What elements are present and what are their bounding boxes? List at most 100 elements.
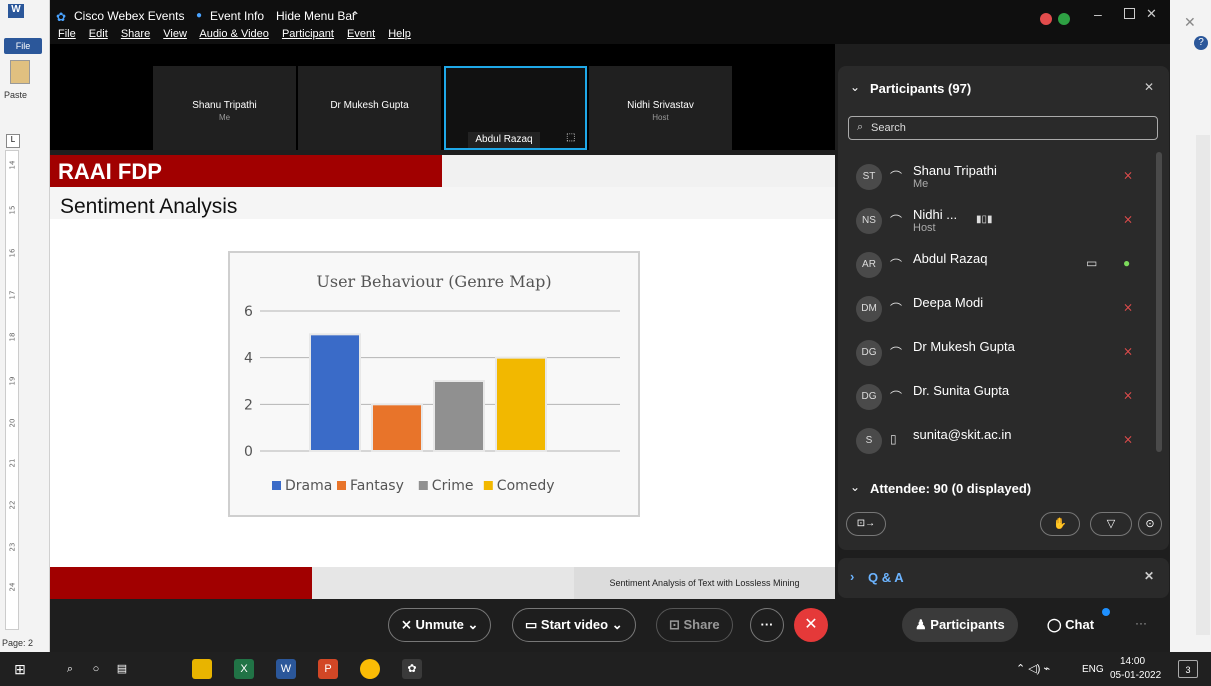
more-button[interactable]: ···	[750, 608, 784, 642]
video-camera-icon[interactable]: ▭	[1086, 256, 1097, 270]
chart-svg: User Behaviour (Genre Map) 0 2 4 6 Drama Fanta…	[244, 272, 620, 494]
menu-audio-video[interactable]: Audio & Video	[199, 28, 269, 40]
video-tile-name: Nidhi Srivastav	[627, 100, 694, 111]
avatar: DM	[856, 296, 882, 322]
menu-participant[interactable]: Participant	[282, 28, 334, 40]
mic-muted-icon[interactable]: ⨯	[1123, 388, 1133, 402]
language-indicator[interactable]: ENG	[1082, 664, 1104, 675]
headset-icon: ⌒	[890, 258, 903, 272]
close-icon[interactable]: ✕	[1184, 14, 1196, 31]
notification-icon[interactable]: 3	[1178, 660, 1198, 678]
menu-view[interactable]: View	[163, 28, 187, 40]
admit-button[interactable]: ⊡→	[846, 512, 886, 536]
windows-start-icon[interactable]: ⊞	[10, 659, 30, 679]
participant-row[interactable]: DG ⌒ Dr Mukesh Gupta ⨯	[838, 332, 1169, 376]
participant-row[interactable]: S ▯ sunita@skit.ac.in ⨯	[838, 420, 1169, 464]
chevron-down-icon[interactable]: ⌄	[850, 480, 860, 494]
tab-selector[interactable]: L	[6, 134, 20, 148]
participant-row[interactable]: DM ⌒ Deepa Modi ⨯	[838, 288, 1169, 332]
cortana-icon[interactable]: ○	[86, 659, 106, 679]
menu-edit[interactable]: Edit	[89, 28, 108, 40]
menu-event[interactable]: Event	[347, 28, 375, 40]
avatar: ST	[856, 164, 882, 190]
network-icon[interactable]	[1058, 13, 1070, 25]
hand-icon[interactable]: ✋	[1040, 512, 1080, 536]
qa-close-icon[interactable]: ✕	[1144, 569, 1154, 583]
mic-muted-icon[interactable]: ⨯	[1123, 432, 1133, 446]
mic-on-icon[interactable]: ●	[1123, 256, 1130, 270]
avatar: NS	[856, 208, 882, 234]
file-explorer-icon[interactable]	[192, 659, 212, 679]
panel-close-icon[interactable]: ✕	[1144, 80, 1154, 94]
participant-row[interactable]: AR ⌒ Abdul Razaq ▭ ●	[838, 244, 1169, 288]
search-icon: ⌕	[857, 121, 864, 133]
mic-muted-icon[interactable]: ⨯	[1123, 300, 1133, 314]
video-tile[interactable]: Shanu Tripathi Me	[153, 66, 296, 150]
menu-share[interactable]: Share	[121, 28, 150, 40]
participants-panel: ⌄ Participants (97) ✕ ⌕ Search ST ⌒ Shan…	[838, 66, 1169, 550]
overflow-icon[interactable]: ···	[1135, 616, 1147, 630]
video-tile-name: Abdul Razaq	[468, 132, 540, 148]
chevron-down-icon[interactable]: ⌄	[850, 80, 860, 94]
hide-menu-bar-button[interactable]: Hide Menu Bar	[276, 9, 356, 23]
clock-time[interactable]: 14:00	[1120, 656, 1145, 667]
video-tile-sub: Me	[218, 113, 231, 122]
task-view-icon[interactable]: ▤	[112, 659, 132, 679]
participant-name: Nidhi ...	[913, 207, 958, 222]
headset-icon: ⌒	[890, 170, 903, 184]
video-off-icon: ▭	[525, 617, 541, 632]
y-tick-label: 4	[244, 351, 253, 367]
headset-icon: ⌒	[890, 302, 903, 316]
mic-muted-icon[interactable]: ⨯	[1123, 344, 1133, 358]
share-button[interactable]: ⊡ Share	[656, 608, 733, 642]
minimize-icon[interactable]: –	[1094, 6, 1102, 22]
chat-button[interactable]: ◯ Chat	[1034, 608, 1107, 642]
qa-panel[interactable]: › Q & A ✕	[838, 558, 1169, 598]
legend-label: Comedy	[497, 478, 555, 494]
chrome-icon[interactable]	[360, 659, 380, 679]
attendee-header[interactable]: Attendee: 90 (0 displayed)	[870, 481, 1031, 496]
participants-button[interactable]: ♟ Participants	[902, 608, 1018, 642]
scrollbar[interactable]	[1156, 152, 1162, 452]
file-tab[interactable]: File	[4, 38, 42, 54]
event-info-link[interactable]: Event Info	[210, 9, 264, 23]
menu-help[interactable]: Help	[388, 28, 411, 40]
window-close-icon[interactable]: ✕	[1146, 6, 1157, 22]
participant-row[interactable]: NS ⌒ Nidhi ... Host ▮▯▮ ⨯	[838, 200, 1169, 244]
maximize-icon[interactable]	[1124, 8, 1135, 19]
mic-muted-icon[interactable]: ⨯	[1123, 212, 1133, 226]
mic-muted-icon[interactable]: ⨯	[1123, 168, 1133, 182]
menu-file[interactable]: File	[58, 28, 76, 40]
paste-icon[interactable]	[10, 60, 30, 84]
unmute-button[interactable]: ⨯ Unmute ⌄	[388, 608, 492, 642]
participant-row[interactable]: ST ⌒ Shanu Tripathi Me ⨯	[838, 156, 1169, 200]
spacer-bar	[50, 44, 835, 66]
system-tray-icons[interactable]: ⌃ ◁) ⌁	[1016, 662, 1050, 675]
chevron-up-icon[interactable]: ⌃	[350, 9, 360, 23]
expand-icon[interactable]: ⬚	[566, 132, 575, 143]
webex-icon[interactable]: ✿	[402, 659, 422, 679]
legend-swatch	[337, 481, 346, 490]
avatar: S	[856, 428, 882, 454]
more-options-icon[interactable]: ⊙	[1138, 512, 1162, 536]
reaction-icon[interactable]: ▽	[1090, 512, 1132, 536]
participant-name: sunita@skit.ac.in	[913, 427, 1012, 442]
clock-date[interactable]: 05-01-2022	[1110, 670, 1161, 681]
video-tile[interactable]: Nidhi Srivastav Host	[589, 66, 732, 150]
scrollbar[interactable]	[1196, 135, 1210, 635]
recording-icon[interactable]	[1040, 13, 1052, 25]
start-video-button[interactable]: ▭ Start video ⌄	[512, 608, 636, 642]
search-input[interactable]: ⌕ Search	[848, 116, 1158, 140]
powerpoint-icon[interactable]: P	[318, 659, 338, 679]
word-icon[interactable]: W	[276, 659, 296, 679]
slide-footer-gray	[312, 567, 574, 599]
excel-icon[interactable]: X	[234, 659, 254, 679]
help-icon[interactable]: ?	[1194, 36, 1208, 50]
participant-row[interactable]: DG ⌒ Dr. Sunita Gupta ⨯	[838, 376, 1169, 420]
video-tile-active[interactable]: Abdul Razaq ⬚	[444, 66, 587, 150]
search-icon[interactable]: ⌕	[60, 659, 80, 679]
chevron-right-icon: ›	[850, 569, 855, 584]
video-tile[interactable]: Dr Mukesh Gupta	[298, 66, 441, 150]
leave-button[interactable]: ✕	[794, 608, 828, 642]
y-tick-label: 2	[244, 397, 253, 413]
